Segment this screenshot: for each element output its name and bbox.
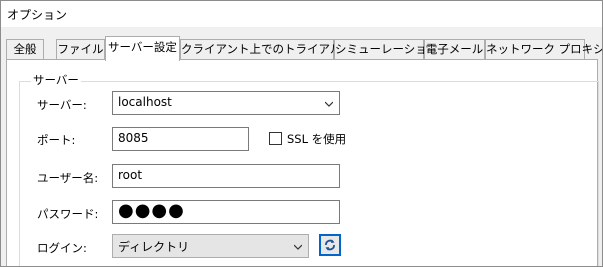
chevron-down-icon	[325, 101, 333, 107]
chevron-down-icon	[294, 244, 302, 250]
tab-strip: 全般 ファイル サーバー設定 クライアント上でのトライアルラン シミューレーショ…	[6, 36, 602, 61]
title-bar: オプション	[1, 1, 602, 27]
window-title: オプション	[7, 8, 68, 22]
login-label: ログイン:	[37, 241, 87, 255]
refresh-icon	[325, 239, 335, 251]
login-combobox[interactable]: ディレクトリ	[112, 234, 309, 258]
ssl-checkbox-label[interactable]: SSL を使用	[287, 131, 346, 147]
server-value: localhost	[118, 95, 172, 109]
options-window: オプション 全般 ファイル サーバー設定 クライアント上でのトライアルラン シミ…	[0, 0, 603, 267]
tab-simulation[interactable]: シミューレーション	[334, 39, 438, 59]
tab-email[interactable]: 電子メール	[424, 39, 485, 59]
tab-files[interactable]: ファイル	[56, 39, 105, 59]
port-value: 8085	[118, 131, 149, 145]
username-value: root	[118, 168, 143, 182]
username-field[interactable]: root	[112, 164, 340, 188]
login-value: ディレクトリ	[118, 240, 190, 254]
tab-general[interactable]: 全般	[6, 39, 44, 59]
refresh-button[interactable]	[319, 234, 341, 256]
ssl-checkbox[interactable]	[269, 132, 282, 145]
password-mask: ●●●●	[118, 200, 185, 221]
server-label: サーバー:	[37, 98, 87, 112]
password-label: パスワード:	[37, 207, 99, 221]
tab-client-trial-run[interactable]: クライアント上でのトライアルラン	[180, 39, 364, 59]
server-combobox[interactable]: localhost	[112, 91, 340, 115]
tab-server-settings[interactable]: サーバー設定	[105, 36, 180, 61]
port-label: ポート:	[37, 133, 76, 147]
password-field[interactable]: ●●●●	[112, 200, 340, 224]
server-group-legend: サーバー	[31, 72, 81, 88]
username-label: ユーザー名:	[37, 171, 99, 185]
port-field[interactable]: 8085	[112, 127, 249, 151]
tab-network-proxy[interactable]: ネットワーク プロキシ	[485, 39, 602, 59]
